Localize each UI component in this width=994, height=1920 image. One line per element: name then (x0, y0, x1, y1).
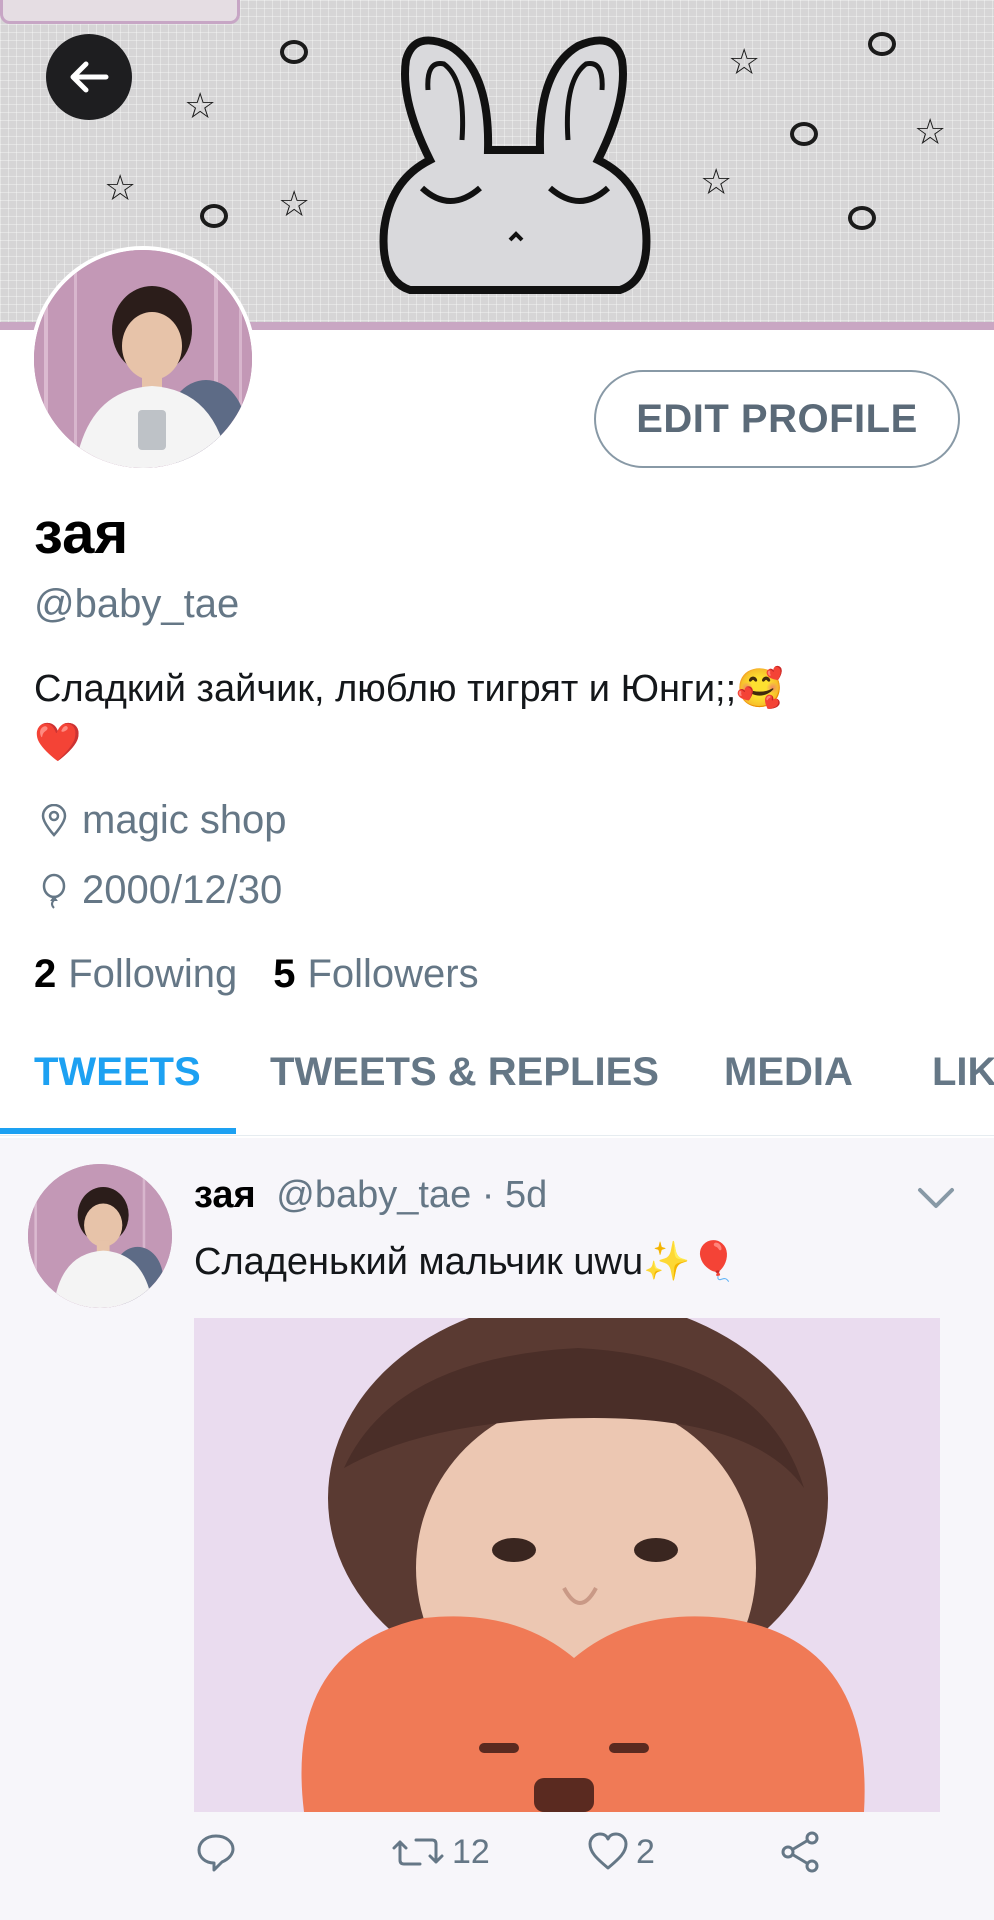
star-decoration: ☆ (728, 42, 761, 83)
tab-tweets-replies[interactable]: TWEETS & REPLIES (270, 1050, 659, 1095)
balloon-icon (34, 869, 74, 913)
tweet-author-name[interactable]: зая (194, 1174, 256, 1216)
cloud-decoration (200, 204, 228, 228)
bio-line: ❤️ (34, 722, 82, 764)
star-decoration: ☆ (914, 112, 947, 153)
tweet-media-image[interactable] (194, 1318, 940, 1812)
tab-media[interactable]: MEDIA (724, 1050, 853, 1095)
followers-link[interactable]: 5 Followers (273, 952, 478, 997)
retweet-button[interactable]: 12 (390, 1830, 490, 1874)
back-arrow-icon (70, 61, 109, 93)
birthdate-text: 2000/12/30 (82, 868, 283, 912)
tweet-menu-button[interactable] (912, 1180, 960, 1216)
tab-likes[interactable]: LIK (932, 1050, 994, 1095)
avatar-image (34, 250, 252, 468)
tweet-author-handle[interactable]: @baby_tae (276, 1174, 471, 1216)
followers-count: 5 (273, 952, 296, 996)
profile-avatar[interactable] (30, 246, 256, 472)
profile-location: magic shop (34, 798, 287, 843)
location-pin-icon (34, 799, 74, 843)
location-text: magic shop (82, 798, 287, 842)
active-tab-indicator (0, 1128, 236, 1134)
star-decoration: ☆ (184, 86, 217, 127)
tweet-actions: 12 2 (194, 1830, 954, 1890)
share-icon (781, 1831, 819, 1873)
followers-label: Followers (307, 952, 479, 996)
like-count: 2 (636, 1832, 655, 1871)
profile-display-name: зая (34, 501, 129, 566)
back-button[interactable] (46, 34, 132, 120)
cloud-decoration (848, 206, 876, 230)
profile-handle: @baby_tae (34, 582, 240, 626)
like-button[interactable]: 2 (586, 1830, 655, 1874)
follow-stats: 2 Following 5 Followers (34, 952, 515, 997)
retweet-count: 12 (452, 1832, 490, 1871)
retweet-icon (392, 1838, 444, 1866)
bunny-illustration (379, 36, 651, 294)
tweet-avatar[interactable] (28, 1164, 172, 1308)
star-decoration: ☆ (700, 162, 733, 203)
tweet-timestamp: 5d (504, 1174, 548, 1216)
star-decoration: ☆ (278, 184, 311, 225)
reply-icon (197, 1834, 235, 1872)
profile-birthdate: 2000/12/30 (34, 868, 282, 913)
edit-profile-button[interactable]: EDIT PROFILE (594, 370, 960, 468)
profile-bio: Сладкий зайчик, люблю тигрят и Юнги;;🥰 ❤… (34, 662, 934, 770)
share-button[interactable] (778, 1830, 828, 1874)
cloud-decoration (790, 122, 818, 146)
star-decoration: ☆ (104, 168, 137, 209)
following-count: 2 (34, 952, 57, 996)
cloud-decoration (280, 40, 308, 64)
following-label: Following (68, 952, 238, 996)
heart-icon (588, 1832, 628, 1870)
photo-content (194, 1318, 940, 1812)
cloud-decoration (868, 32, 896, 56)
banner-decoration (0, 0, 240, 24)
tab-tweets[interactable]: TWEETS (34, 1050, 201, 1095)
tweet-header: зая @baby_tae · 5d (194, 1174, 547, 1217)
following-link[interactable]: 2 Following (34, 952, 237, 997)
profile-tabs: TWEETS TWEETS & REPLIES MEDIA LIK (0, 1030, 994, 1136)
tweet-text: Сладенький мальчик uwu✨🎈 (194, 1241, 738, 1283)
chevron-down-icon (918, 1188, 954, 1208)
tweet-separator: · (481, 1174, 495, 1216)
avatar-image (28, 1164, 172, 1308)
reply-button[interactable] (194, 1830, 244, 1874)
bio-line: Сладкий зайчик, люблю тигрят и Юнги;;🥰 (34, 668, 784, 710)
